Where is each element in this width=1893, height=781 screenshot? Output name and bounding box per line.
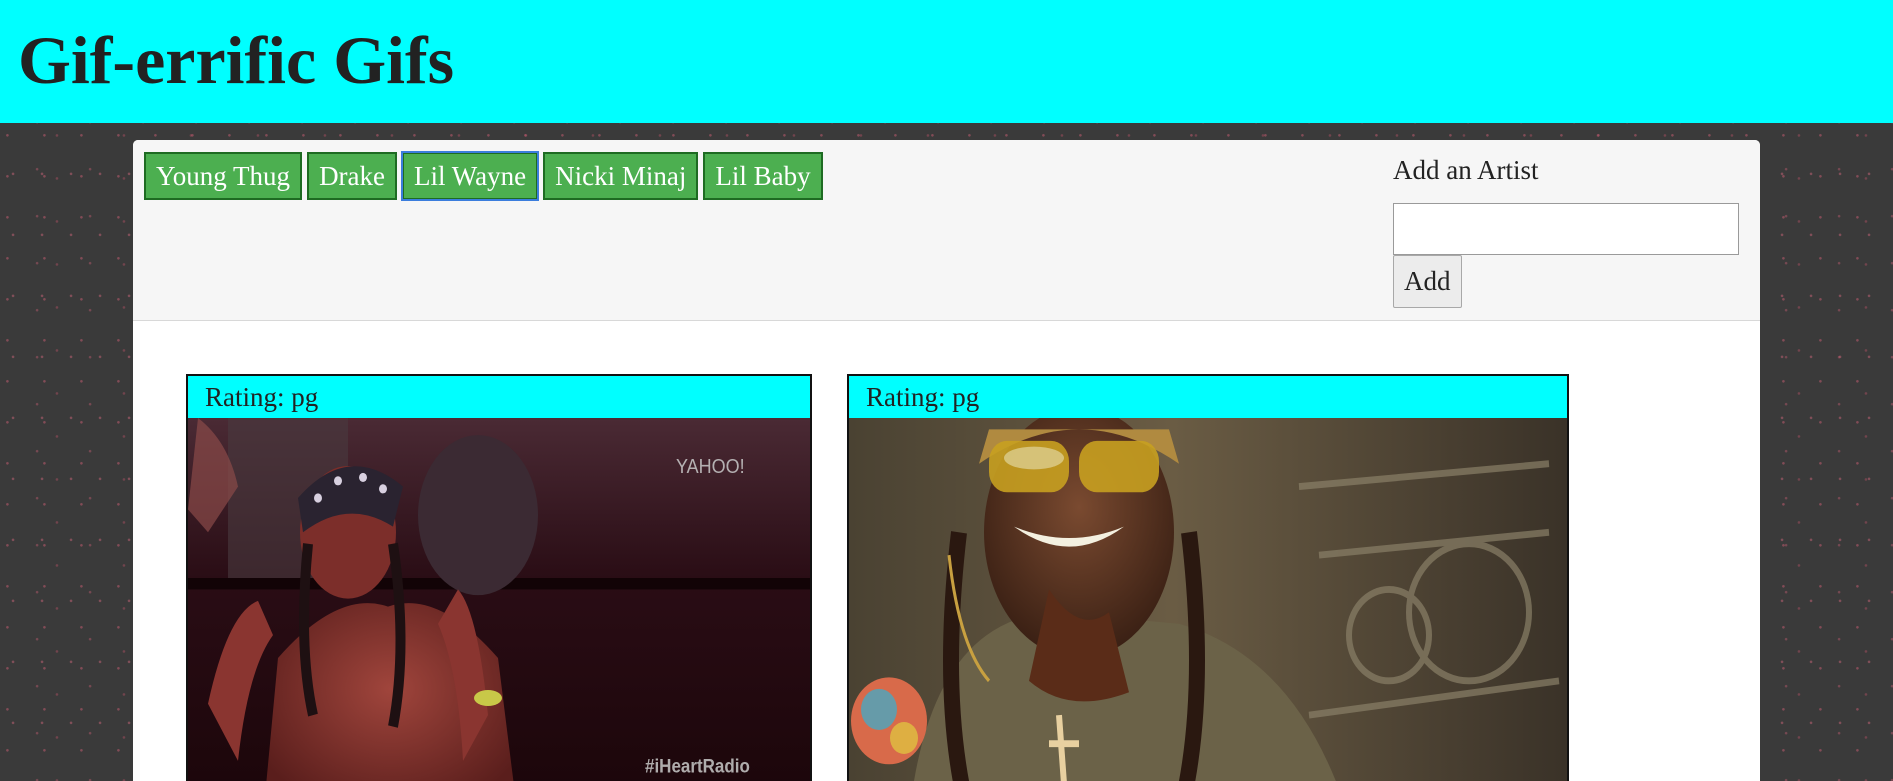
gif-image[interactable]: YAHOO! #iHeartRadio: [188, 418, 810, 781]
artist-button-lil-wayne[interactable]: Lil Wayne: [401, 151, 540, 201]
gif-card: Rating: pg: [186, 374, 812, 781]
gif-watermark-yahoo: YAHOO!: [676, 456, 745, 478]
gif-image[interactable]: [849, 418, 1567, 781]
artist-name-input[interactable]: [1393, 203, 1739, 255]
page-title: Gif-errific Gifs: [18, 22, 455, 98]
artist-button-young-thug[interactable]: Young Thug: [144, 152, 303, 200]
artist-button-group: Young Thug Drake Lil Wayne Nicki Minaj L…: [144, 151, 823, 201]
artist-button-drake[interactable]: Drake: [307, 152, 398, 200]
add-artist-button[interactable]: Add: [1393, 255, 1462, 308]
page-header: Gif-errific Gifs: [0, 0, 1893, 123]
add-artist-form: Add an Artist Add: [1393, 154, 1739, 308]
artist-toolbar: Young Thug Drake Lil Wayne Nicki Minaj L…: [133, 140, 1760, 321]
artist-button-nicki-minaj[interactable]: Nicki Minaj: [543, 152, 699, 200]
add-artist-label: Add an Artist: [1393, 155, 1539, 185]
gif-watermark-iheartradio: #iHeartRadio: [645, 754, 750, 776]
artist-button-lil-baby[interactable]: Lil Baby: [703, 152, 823, 200]
main-container: Young Thug Drake Lil Wayne Nicki Minaj L…: [133, 140, 1760, 781]
gif-rating: Rating: pg: [188, 376, 810, 418]
gif-rating: Rating: pg: [849, 376, 1567, 418]
gif-card: Rating: pg: [847, 374, 1569, 781]
